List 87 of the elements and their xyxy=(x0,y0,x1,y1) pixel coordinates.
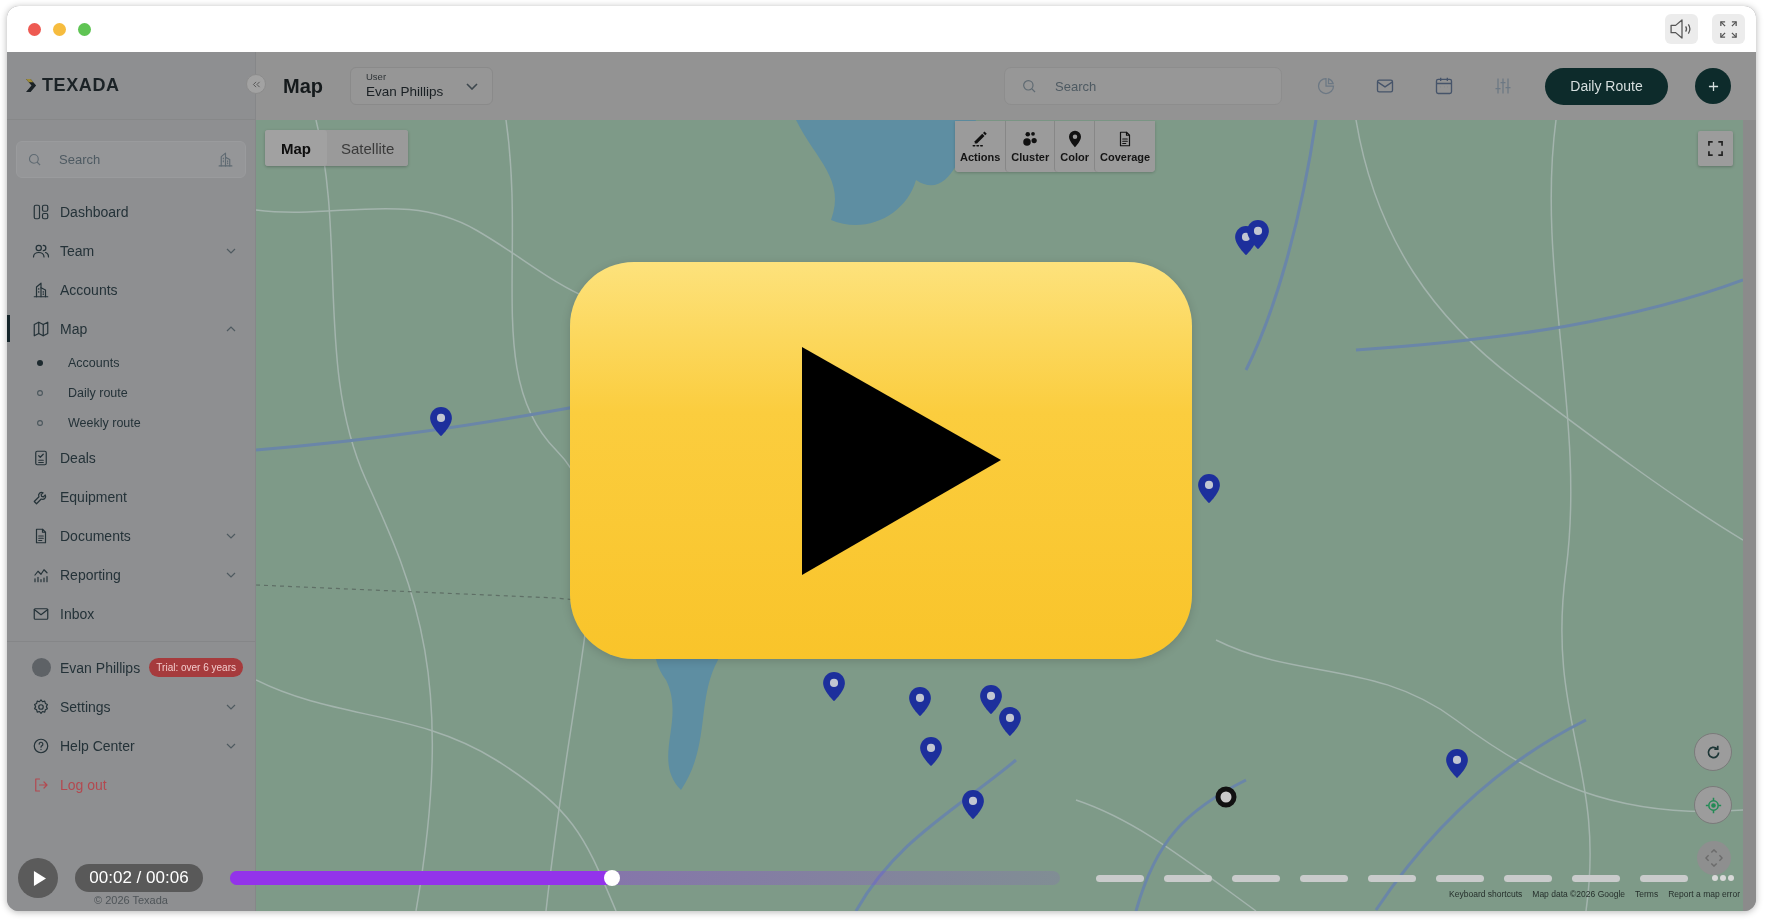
building-icon xyxy=(32,280,50,299)
segment-marker xyxy=(1504,874,1552,882)
tool-button[interactable]: Cluster xyxy=(1005,121,1055,172)
nav-subitem[interactable]: Accounts xyxy=(7,348,255,378)
dashboard-icon xyxy=(32,202,50,221)
location-marker-icon[interactable] xyxy=(1215,786,1237,808)
search-field[interactable]: Search xyxy=(1004,67,1282,105)
segment-marker xyxy=(1232,874,1280,882)
play-icon xyxy=(801,346,1001,575)
checklist-icon xyxy=(32,448,50,467)
nav-subitem[interactable]: Weekly route xyxy=(7,408,255,438)
arrows-icon xyxy=(1705,849,1723,867)
tool-button[interactable]: Actions xyxy=(955,121,1006,172)
nav-item[interactable]: Inbox xyxy=(7,594,255,633)
pencil-icon xyxy=(971,130,990,148)
nav-item[interactable]: Team xyxy=(7,231,255,270)
nav-item[interactable]: Accounts xyxy=(7,270,255,309)
nav-subitem[interactable]: Daily route xyxy=(7,378,255,408)
fullscreen-button[interactable] xyxy=(1712,14,1745,44)
nav-item[interactable]: Help Center xyxy=(7,726,255,765)
map-pin-icon[interactable] xyxy=(823,672,845,701)
time-display: 00:02 / 00:06 xyxy=(75,864,203,892)
fullscreen-icon xyxy=(1720,20,1737,38)
map-icon xyxy=(32,319,50,338)
map-pin-icon[interactable] xyxy=(920,737,942,766)
avatar xyxy=(32,658,51,677)
map-pin-icon[interactable] xyxy=(1198,474,1220,503)
segment-marker xyxy=(1096,874,1144,882)
map-pin-icon[interactable] xyxy=(909,687,931,716)
fullscreen-button[interactable] xyxy=(1698,131,1733,166)
fullscreen-icon xyxy=(1708,141,1723,156)
page-title: Map xyxy=(283,74,323,98)
map-pin-icon[interactable] xyxy=(1247,220,1269,249)
attribution-link[interactable]: Keyboard shortcuts xyxy=(1449,889,1523,899)
nav-item[interactable]: Deals xyxy=(7,438,255,477)
map-pin-icon[interactable] xyxy=(962,790,984,819)
logout-icon xyxy=(32,775,50,794)
attribution-link[interactable]: Map data ©2026 Google xyxy=(1532,889,1626,899)
nav-item[interactable]: Map xyxy=(7,309,255,348)
daily-route-button[interactable]: Daily Route xyxy=(1545,67,1668,105)
target-icon xyxy=(1704,796,1722,814)
view-tab[interactable]: Map xyxy=(265,130,327,166)
nav-item[interactable]: Documents xyxy=(7,516,255,555)
more-dots-icon[interactable] xyxy=(1712,875,1734,881)
segment-marker xyxy=(1572,874,1620,882)
map-pin-icon[interactable] xyxy=(999,707,1021,736)
tool-button[interactable]: Coverage xyxy=(1094,121,1156,172)
sliders-icon[interactable] xyxy=(1493,76,1513,96)
scrollbar[interactable] xyxy=(1743,120,1756,911)
building-icon xyxy=(217,151,234,168)
view-tab[interactable]: Satellite xyxy=(327,130,409,166)
help-icon xyxy=(32,736,50,755)
sound-button[interactable] xyxy=(1665,14,1698,44)
segment-marker xyxy=(1436,874,1484,882)
nav-item[interactable]: Settings xyxy=(7,687,255,726)
user-name: Evan Phillips xyxy=(60,659,141,676)
progress-track[interactable] xyxy=(230,871,1060,885)
search-icon xyxy=(27,152,42,167)
attribution-link[interactable]: Terms xyxy=(1635,889,1659,899)
map-pin-icon[interactable] xyxy=(980,685,1002,714)
trial-badge: Trial: over 6 years xyxy=(149,658,243,677)
dots-icon xyxy=(1021,130,1040,148)
segment-marker xyxy=(1300,874,1348,882)
segment-marker xyxy=(1368,874,1416,882)
nav-item[interactable]: Dashboard xyxy=(7,192,255,231)
plus-icon xyxy=(1707,80,1719,92)
search-icon xyxy=(1021,78,1037,94)
copyright-text: © 2026 Texada xyxy=(94,894,168,908)
segment-marker xyxy=(1164,874,1212,882)
segment-marker xyxy=(1640,874,1688,882)
map-pin-icon[interactable] xyxy=(430,407,452,436)
logo-mark-icon xyxy=(26,79,37,92)
play-button[interactable] xyxy=(570,262,1192,659)
tool-button[interactable]: Color xyxy=(1054,121,1094,172)
nav-item[interactable]: Reporting xyxy=(7,555,255,594)
map-pin-icon[interactable] xyxy=(1446,749,1468,778)
chevron-down-icon xyxy=(466,82,478,90)
attribution-link[interactable]: Report a map error xyxy=(1668,889,1740,899)
calendar-icon[interactable] xyxy=(1434,76,1454,96)
user-select[interactable]: User Evan Phillips xyxy=(350,67,493,105)
nav-item[interactable]: Equipment xyxy=(7,477,255,516)
add-button[interactable] xyxy=(1695,68,1731,104)
settings-icon xyxy=(32,697,50,716)
logo-text: TEXADA xyxy=(42,75,120,96)
close-button[interactable] xyxy=(28,22,41,36)
double-chevron-icon xyxy=(251,80,261,88)
search-field[interactable]: Search xyxy=(16,141,246,178)
